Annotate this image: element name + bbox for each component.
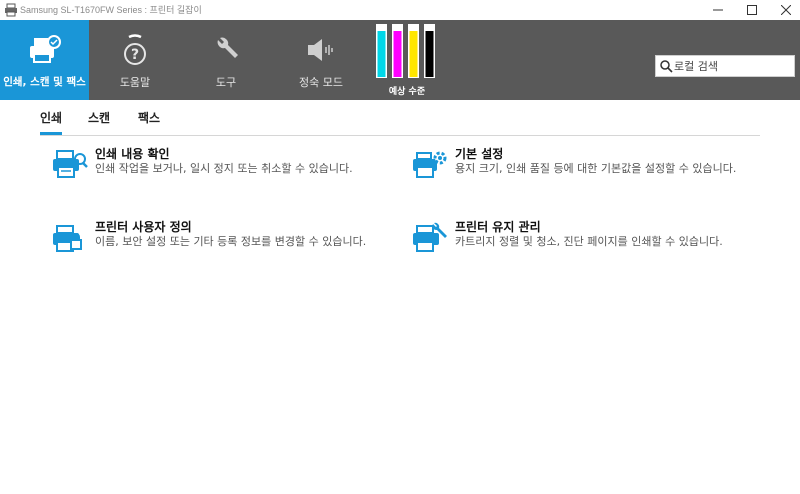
help-icon: ? xyxy=(124,34,146,65)
search-box[interactable] xyxy=(655,55,795,77)
item-description: 카트리지 정렬 및 청소, 진단 페이지를 인쇄할 수 있습니다. xyxy=(455,235,723,248)
main-toolbar: 인쇄, 스캔 및 팩스 ? 도움말 도구 정숙 모드 예상 수준 로컬 검색 xyxy=(0,20,800,100)
minimize-icon xyxy=(713,9,723,11)
close-icon xyxy=(781,5,791,15)
print-queue-icon xyxy=(53,150,88,178)
ink-levels-label: 예상 수준 xyxy=(388,87,426,97)
toolbar-item-label: 도구 xyxy=(215,76,237,89)
search-icon xyxy=(660,60,673,73)
toolbar-item-label: 정숙 모드 xyxy=(299,76,343,89)
item-title[interactable]: 프린터 유지 관리 xyxy=(455,218,541,235)
item-description: 이름, 보안 설정 또는 기타 등록 정보를 변경할 수 있습니다. xyxy=(95,235,367,248)
printer-maintenance-icon xyxy=(413,222,447,252)
ink-cartridge-level xyxy=(377,31,386,77)
toolbar-item-label: 인쇄, 스캔 및 팩스 xyxy=(3,76,86,88)
toolbar-print-scan-fax[interactable]: 인쇄, 스캔 및 팩스 xyxy=(0,20,89,100)
ink-levels[interactable]: 예상 수준 xyxy=(375,22,439,100)
title-bar: Samsung SL-T1670FW Series : 프린터 길잡이 xyxy=(0,0,800,20)
tab-print[interactable]: 인쇄 xyxy=(40,109,63,135)
toolbar-item-label: 도움말 xyxy=(119,76,151,89)
item-description: 용지 크기, 인쇄 품질 등에 대한 기본값을 설정할 수 있습니다. xyxy=(455,162,737,175)
wrench-icon xyxy=(217,37,238,58)
ink-level-bars xyxy=(376,24,435,78)
tab-fax[interactable]: 팩스 xyxy=(138,109,160,132)
item-title[interactable]: 기본 설정 xyxy=(455,145,503,162)
toolbar-quiet-mode[interactable]: 정숙 모드 xyxy=(271,20,371,100)
svg-text:?: ? xyxy=(131,47,139,63)
close-button[interactable] xyxy=(766,0,800,20)
printer-scan-icon xyxy=(29,35,61,63)
ink-cartridge-level xyxy=(409,31,418,77)
maximize-icon xyxy=(747,5,757,15)
tab-scan[interactable]: 스캔 xyxy=(88,109,110,132)
item-title[interactable]: 인쇄 내용 확인 xyxy=(95,145,170,162)
item-description: 인쇄 작업을 보거나, 일시 정지 또는 취소할 수 있습니다. xyxy=(95,162,353,175)
search-input[interactable] xyxy=(674,57,792,75)
window-title: Samsung SL-T1670FW Series : 프린터 길잡이 xyxy=(20,5,202,15)
printer-lock-icon xyxy=(53,225,82,252)
item-title[interactable]: 프린터 사용자 정의 xyxy=(95,218,192,235)
ink-cartridge-level xyxy=(393,31,402,77)
toolbar-help[interactable]: ? 도움말 xyxy=(89,20,181,100)
tab-bar: 인쇄 스캔 팩스 xyxy=(40,100,760,136)
speaker-quiet-icon xyxy=(308,39,333,61)
ink-cartridge-level xyxy=(425,31,434,77)
printer-icon xyxy=(5,3,17,17)
toolbar-tools[interactable]: 도구 xyxy=(181,20,271,100)
printer-settings-icon xyxy=(413,151,447,178)
